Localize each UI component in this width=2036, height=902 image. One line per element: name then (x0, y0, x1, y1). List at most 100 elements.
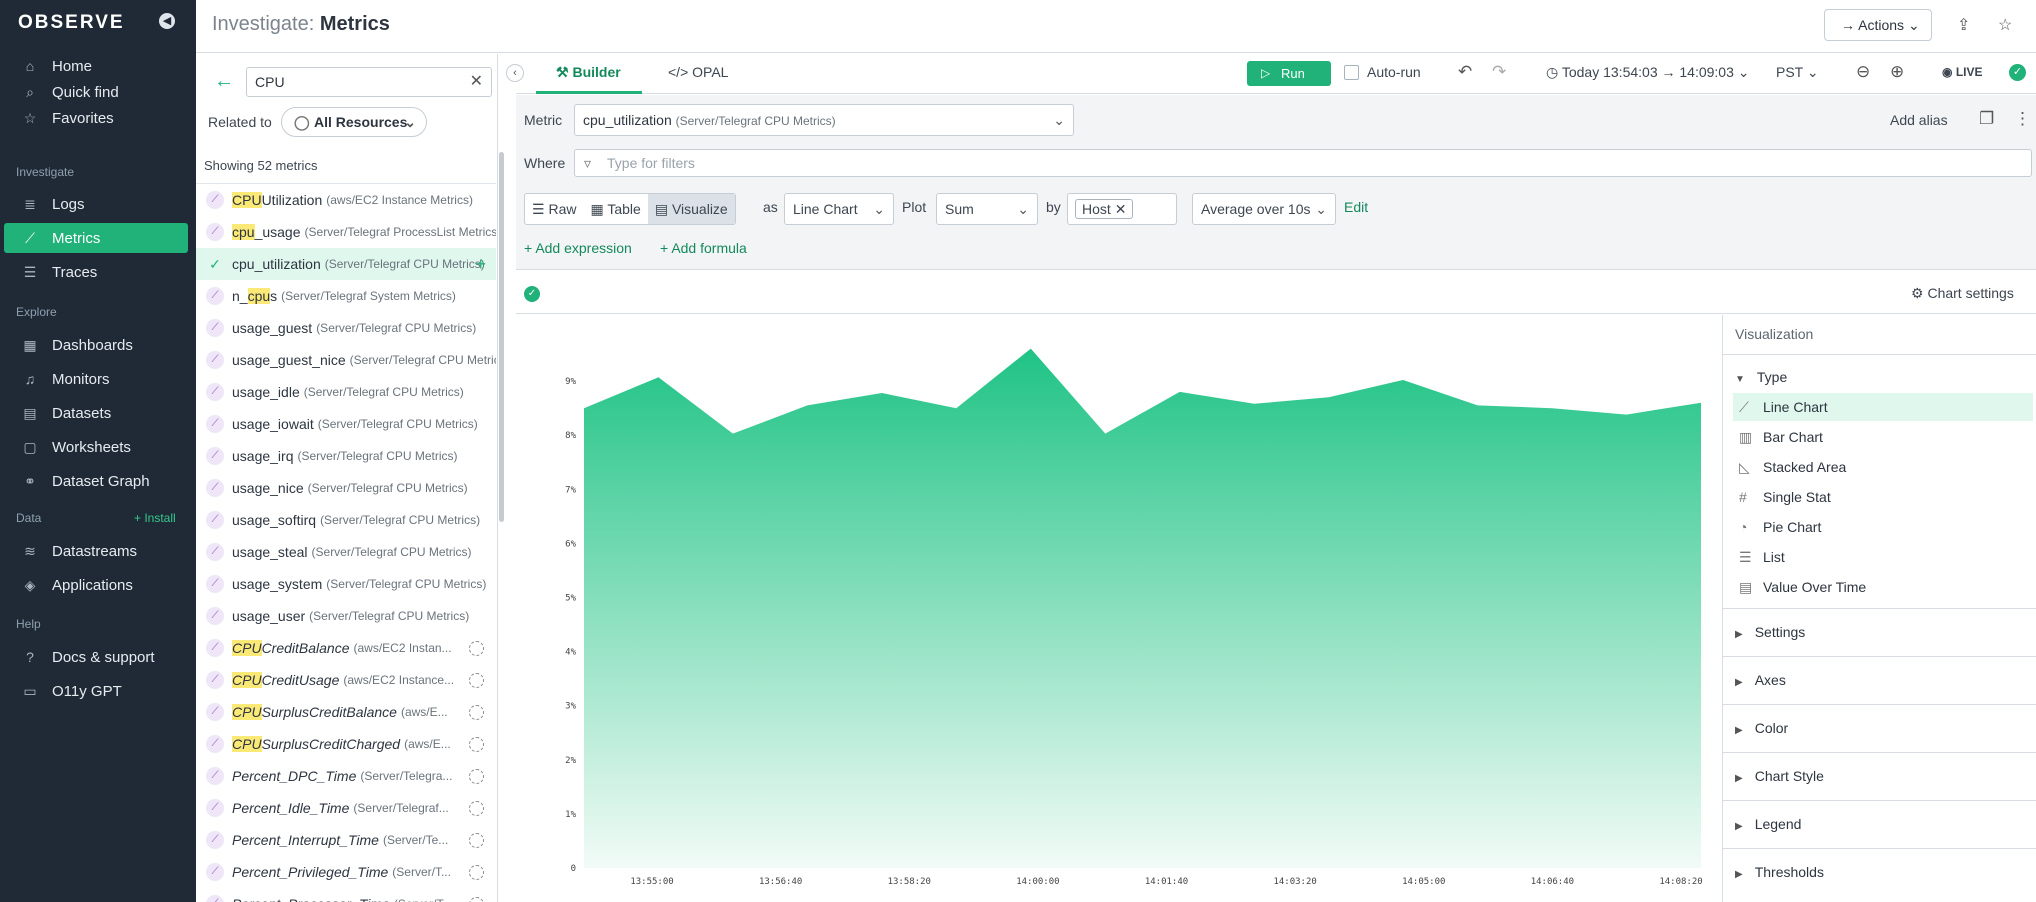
nav-item-o11y-gpt[interactable]: ▭ O11y GPT (4, 676, 188, 706)
metric-list-item[interactable]: ⟋ usage_user (Server/Telegraf CPU Metrics) (196, 600, 496, 632)
share-icon[interactable]: ⇪ (1957, 15, 1970, 35)
collapse-nav-icon[interactable]: ◀ (159, 13, 175, 29)
add-formula-button[interactable]: + Add formula (660, 240, 747, 256)
metric-search-input[interactable]: CPU ✕ (246, 67, 492, 97)
rollup-select[interactable]: Average over 10s ⌄ (1192, 193, 1336, 225)
actions-button[interactable]: → Actions ⌄ (1824, 9, 1932, 41)
back-arrow-icon[interactable]: ← (214, 70, 234, 93)
metric-list-item[interactable]: ⟋ Percent_Idle_Time (Server/Telegraf... (196, 792, 496, 824)
viz-section-settings[interactable]: ▶ Settings (1723, 608, 2036, 656)
metric-list-item[interactable]: ⟋ CPUUtilization (aws/EC2 Instance Metrics… (196, 184, 496, 216)
metric-list-item[interactable]: ⟋ usage_iowait (Server/Telegraf CPU Metric… (196, 408, 496, 440)
nav-item-metrics[interactable]: ⟋ Metrics (4, 223, 188, 253)
viz-section-color[interactable]: ▶ Color (1723, 704, 2036, 752)
autorun-checkbox[interactable]: Auto-run (1344, 64, 1421, 80)
metric-list-item[interactable]: ⟋ usage_guest_nice (Server/Telegraf CPU Me… (196, 344, 496, 376)
by-label: by (1046, 199, 1061, 215)
viz-type-value-over-time[interactable]: ▤ Value Over Time (1733, 573, 2033, 601)
group-chip-host[interactable]: Host ✕ (1075, 199, 1134, 219)
observe-logo[interactable]: OBSERVE (18, 12, 125, 34)
time-range-picker[interactable]: ◷ Today 13:54:03 → 14:09:03 ⌄ (1546, 64, 1750, 81)
clear-search-icon[interactable]: ✕ (470, 68, 483, 96)
metric-list-item[interactable]: ⟋ usage_idle (Server/Telegraf CPU Metrics) (196, 376, 496, 408)
zoom-out-icon[interactable]: ⊖ (1856, 62, 1870, 82)
metric-list-item[interactable]: ⟋ usage_steal (Server/Telegraf CPU Metrics… (196, 536, 496, 568)
viz-section-thresholds[interactable]: ▶ Thresholds (1723, 848, 2036, 896)
viz-section-label: Color (1754, 720, 1789, 736)
mode-table-button[interactable]: ▦ Table (583, 194, 647, 224)
metric-list-item[interactable]: ✓ cpu_utilization (Server/Telegraf CPU Met… (196, 248, 496, 280)
copy-icon[interactable]: ❐ (1979, 109, 1994, 129)
metric-list-item[interactable]: ⟋ usage_irq (Server/Telegraf CPU Metrics) (196, 440, 496, 472)
nav-item-logs[interactable]: ≣ Logs (4, 189, 188, 219)
viz-type-pie-chart[interactable]: ◔ Pie Chart (1733, 513, 2033, 541)
favorite-star-icon[interactable]: ☆ (1998, 15, 2012, 35)
nav-item-applications[interactable]: ◈ Applications (4, 570, 188, 600)
edit-rollup-link[interactable]: Edit (1344, 199, 1368, 215)
nav-item-monitors[interactable]: ♫ Monitors (4, 364, 188, 394)
nav-item-favorites[interactable]: ☆ Favorites (4, 103, 188, 133)
chart-type-select[interactable]: Line Chart ⌄ (784, 193, 894, 225)
all-resources-dropdown[interactable]: ◯ All Resources ⌄ (281, 107, 427, 137)
nav-item-worksheets[interactable]: ▢ Worksheets (4, 432, 188, 462)
nav-item-datastreams[interactable]: ≋ Datastreams (4, 536, 188, 566)
metric-icon: ⟋ (206, 447, 224, 465)
nav-item-traces[interactable]: ☰ Traces (4, 257, 188, 287)
add-metric-icon[interactable]: + (475, 254, 486, 275)
viz-type-list[interactable]: ☰ List (1733, 543, 2033, 571)
metric-list-scrollbar[interactable] (499, 152, 504, 522)
chart-settings-button[interactable]: ⚙ Chart settings (1911, 285, 2014, 302)
tab-builder[interactable]: ⚒ Builder (556, 64, 621, 81)
tab-opal[interactable]: </> OPAL (668, 64, 728, 80)
live-toggle[interactable]: ◉ LIVE (1942, 65, 1982, 79)
viz-type-line-chart[interactable]: ⟋ Line Chart (1733, 393, 2033, 421)
metric-source: (Server/Telegraf System Metrics) (281, 289, 456, 303)
metric-select[interactable]: cpu_utilization (Server/Telegraf CPU Met… (574, 104, 1074, 136)
nav-item-docs-support[interactable]: ? Docs & support (4, 642, 188, 672)
viz-type-stacked-area[interactable]: ◺ Stacked Area (1733, 453, 2033, 481)
metric-list-item[interactable]: ⟋ cpu_usage (Server/Telegraf ProcessList M… (196, 216, 496, 248)
metric-list-item[interactable]: ⟋ usage_softirq (Server/Telegraf CPU Metri… (196, 504, 496, 536)
more-menu-icon[interactable]: ⋮ (2014, 109, 2031, 129)
series-area[interactable] (584, 348, 1701, 869)
metric-list-item[interactable]: ⟋ Percent_Processor_Time (Server/T... (196, 888, 496, 902)
add-alias-button[interactable]: Add alias (1890, 112, 1948, 128)
add-expression-button[interactable]: + Add expression (524, 240, 632, 256)
metric-list-item[interactable]: ⟋ CPUCreditUsage (aws/EC2 Instance... (196, 664, 496, 696)
plot-aggregate-select[interactable]: Sum ⌄ (936, 193, 1038, 225)
metric-list-item[interactable]: ⟋ usage_guest (Server/Telegraf CPU Metrics… (196, 312, 496, 344)
nav-item-dataset-graph[interactable]: ⚭ Dataset Graph (4, 466, 188, 496)
viz-type-single-stat[interactable]: # Single Stat (1733, 483, 2033, 511)
query-toolbar: ⚒ Builder </> OPAL ▷ Run Auto-run ↶ ↷ ◷ T… (516, 54, 2036, 94)
where-filter-input[interactable]: ▿ Type for filters (574, 149, 2032, 177)
viz-section-axes[interactable]: ▶ Axes (1723, 656, 2036, 704)
undo-icon[interactable]: ↶ (1458, 62, 1472, 82)
metric-list-item[interactable]: ⟋ CPUSurplusCreditCharged (aws/E... (196, 728, 496, 760)
viz-section-chart-style[interactable]: ▶ Chart Style (1723, 752, 2036, 800)
chevron-down-icon: ⌄ (1315, 201, 1327, 217)
metric-list-item[interactable]: ⟋ CPUCreditBalance (aws/EC2 Instan... (196, 632, 496, 664)
nav-item-label: Worksheets (52, 438, 131, 456)
metric-list-item[interactable]: ⟋ Percent_Interrupt_Time (Server/Te... (196, 824, 496, 856)
metric-list-item[interactable]: ⟋ usage_system (Server/Telegraf CPU Metric… (196, 568, 496, 600)
metric-list-item[interactable]: ⟋ n_cpus (Server/Telegraf System Metrics) (196, 280, 496, 312)
remove-chip-icon[interactable]: ✕ (1115, 201, 1127, 217)
metric-list-item[interactable]: ⟋ usage_nice (Server/Telegraf CPU Metrics) (196, 472, 496, 504)
mode-visualize-button[interactable]: ▤ Visualize (647, 194, 735, 224)
mode-raw-button[interactable]: ☰ Raw (525, 194, 583, 224)
group-by-input[interactable]: Host ✕ (1067, 193, 1177, 225)
run-button[interactable]: ▷ Run (1247, 61, 1331, 86)
redo-icon[interactable]: ↷ (1492, 62, 1506, 82)
type-section-toggle[interactable]: ▼ Type (1735, 369, 1787, 385)
viz-type-bar-chart[interactable]: ▥ Bar Chart (1733, 423, 2033, 451)
metric-list-item[interactable]: ⟋ CPUSurplusCreditBalance (aws/E... (196, 696, 496, 728)
timezone-select[interactable]: PST ⌄ (1776, 64, 1819, 81)
metric-list-item[interactable]: ⟋ Percent_Privileged_Time (Server/T... (196, 856, 496, 888)
zoom-in-icon[interactable]: ⊕ (1890, 62, 1904, 82)
install-link[interactable]: + Install (134, 511, 176, 525)
metric-chart[interactable]: 0 1% 2% 3% 4% 5% 6% 7% 8% 9% 13:55:00 13:56:40 13:58… (516, 315, 1722, 902)
viz-section-legend[interactable]: ▶ Legend (1723, 800, 2036, 848)
metric-list-item[interactable]: ⟋ Percent_DPC_Time (Server/Telegra... (196, 760, 496, 792)
nav-item-datasets[interactable]: ▤ Datasets (4, 398, 188, 428)
nav-item-dashboards[interactable]: ▦ Dashboards (4, 330, 188, 360)
